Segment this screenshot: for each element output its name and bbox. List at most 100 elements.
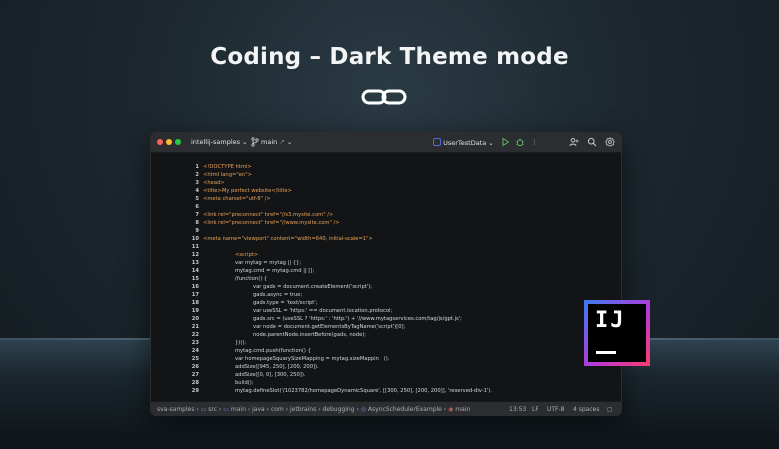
debug-icon[interactable] [515,137,525,147]
ide-window: intellij-samples ⌄ main ↗ ⌄ UserTestData… [150,132,622,416]
caret-position[interactable]: 13:53 [509,406,526,413]
line-text: <meta name="viewport" content="width=640… [203,236,373,242]
chevron-down-icon: ⌄ [488,139,494,147]
link-icon [361,89,407,105]
line-number: 20 [191,316,199,322]
line-text: var homepageSquarySizeMapping = mytag.si… [235,356,390,362]
lock-icon[interactable]: ▢ [607,406,613,413]
line-text: mytag.cmd.push(function() { [235,348,311,354]
page-title: Coding – Dark Theme mode [210,44,569,70]
line-text: <title>My perfect website</title> [203,188,292,194]
line-text: <link rel="preconnect" href="//s3.mysite… [203,212,334,218]
line-number: 21 [191,324,199,330]
line-text: var node = document.getElementsByTagName… [253,324,406,330]
minimize-window-button[interactable] [166,139,172,145]
line-text: gads.type = 'text/script'; [253,300,318,306]
line-text: mytag.cmd = mytag.cmd || []; [235,268,315,274]
line-number: 4 [195,188,199,194]
line-number: 14 [191,268,199,274]
gear-icon[interactable] [605,137,615,147]
line-number: 13 [191,260,199,266]
line-number: 24 [191,348,199,354]
line-text: mytag.defineSlot('/1023782/homepageDynam… [235,388,492,394]
line-number: 8 [195,220,199,226]
line-number: 1 [195,164,199,170]
canvas: Coding – Dark Theme mode intellij-sample… [0,0,779,449]
git-branch-icon [251,137,259,147]
logo-text: IJ [595,308,626,333]
line-text: <script> [235,252,259,258]
line-text: gads.src = (useSSL ? 'https:' : 'http:')… [253,316,462,322]
line-text: (function() { [235,276,268,282]
line-number: 16 [191,284,199,290]
breadcrumb-item[interactable]: com [271,406,284,413]
line-text: <html lang="en"> [203,172,252,178]
close-window-button[interactable] [157,139,163,145]
line-number: 5 [195,196,199,202]
line-text: var gads = document.createElement('scrip… [253,284,373,290]
branch-name: main [261,138,278,146]
breadcrumb-item[interactable]: main [231,406,246,413]
breadcrumb-item[interactable]: java [252,406,265,413]
line-text: <link rel="preconnect" href="//www.mysit… [203,220,340,226]
line-text: })(); [235,340,247,346]
breadcrumb-item[interactable]: AsyncSchedulerExample [368,406,442,413]
line-number: 7 [195,212,199,218]
add-user-icon[interactable] [569,137,579,147]
run-icon[interactable] [501,137,510,147]
breadcrumb-item[interactable]: jetbrains [290,406,316,413]
folder-icon: ▭ [200,405,207,413]
line-number: 27 [191,372,199,378]
line-number: 19 [191,308,199,314]
line-text: addSize([945, 250], [200, 200]). [235,364,319,370]
method-icon: ◉ [448,405,454,413]
line-text: addSize([0, 0], [300, 250]). [235,372,306,378]
branch-selector[interactable]: main ↗ ⌄ [261,138,292,146]
line-text: node.parentNode.insertBefore(gads, node)… [253,332,367,338]
breadcrumb-item[interactable]: main [455,406,470,413]
project-selector[interactable]: intellij-samples ⌄ [191,138,248,146]
line-number: 28 [191,380,199,386]
project-name: intellij-samples [191,138,241,146]
line-text: <!DOCTYPE html> [203,164,252,170]
logo-underscore [596,351,616,354]
line-number: 6 [195,204,199,210]
logo-inner: IJ [588,304,646,362]
line-text: <meta charset="utf-8" /> [203,196,271,202]
arrow-up-icon: ↗ [279,138,285,146]
class-icon: ◎ [360,405,366,413]
file-encoding[interactable]: UTF-8 [547,406,565,413]
run-config-name: UserTestData [443,139,487,147]
search-icon[interactable] [587,137,597,147]
line-number: 3 [195,180,199,186]
line-number: 9 [195,228,199,234]
breadcrumb-item[interactable]: src [208,406,217,413]
status-bar: sva-samples › ▭ src › ▭ main › java › co… [151,401,621,415]
breadcrumb: sva-samples › ▭ src › ▭ main › java › co… [157,406,470,413]
code-editor[interactable]: 1 <!DOCTYPE html> 2 <html lang="en"> 3 <hea… [151,153,621,401]
run-config-selector[interactable]: UserTestData ⌄ [433,138,494,147]
line-number: 17 [191,292,199,298]
line-number: 12 [191,252,199,258]
line-number: 11 [191,244,199,250]
line-number: 23 [191,340,199,346]
line-separator[interactable]: LF [532,406,539,413]
line-number: 26 [191,364,199,370]
config-icon [433,138,441,146]
line-text: build(); [235,380,254,386]
line-number: 25 [191,356,199,362]
line-text: var useSSL = 'https:' == document.locati… [253,308,393,314]
indent-setting[interactable]: 4 spaces [573,406,599,413]
chevron-down-icon: ⌄ [242,138,248,146]
more-icon[interactable]: ⋮ [531,138,538,146]
zoom-window-button[interactable] [175,139,181,145]
chevron-down-icon: ⌄ [286,138,293,146]
breadcrumb-item[interactable]: sva-samples [157,406,194,413]
breadcrumb-item[interactable]: debugging [323,406,355,413]
line-number: 18 [191,300,199,306]
line-text: gads.async = true; [253,292,303,298]
line-number: 2 [195,172,199,178]
line-number: 22 [191,332,199,338]
line-text: var mytag = mytag || {}; [235,260,302,266]
folder-icon: ▭ [223,405,229,413]
